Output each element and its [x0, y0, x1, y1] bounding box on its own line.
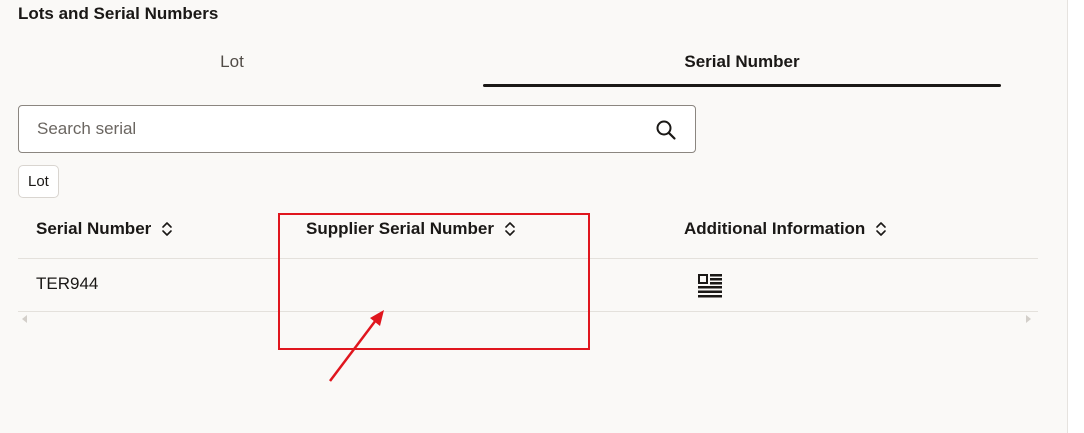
tab-serial-number[interactable]: Serial Number — [483, 38, 1001, 86]
section-title: Lots and Serial Numbers — [18, 4, 219, 23]
column-header-label: Additional Information — [684, 219, 866, 238]
tab-lot-label: Lot — [220, 52, 244, 71]
scroll-right-arrow-icon[interactable] — [1026, 315, 1031, 323]
column-header-additional-information[interactable]: Additional Information — [684, 216, 887, 242]
annotation-highlight-box — [278, 213, 590, 350]
cell-serial-number: TER944 — [36, 274, 99, 293]
search-icon[interactable] — [655, 119, 677, 141]
search-input[interactable] — [19, 106, 657, 152]
detail-list-icon[interactable] — [698, 274, 722, 298]
right-edge-panel — [1067, 0, 1084, 433]
sort-icon — [876, 222, 887, 236]
scroll-left-arrow-icon[interactable] — [22, 315, 27, 323]
sort-icon — [162, 222, 173, 236]
search-box — [18, 105, 696, 153]
column-header-serial-number[interactable]: Serial Number — [36, 216, 173, 242]
filter-chip-label: Lot — [28, 173, 49, 190]
tab-serial-number-label: Serial Number — [684, 52, 800, 71]
tab-lot[interactable]: Lot — [0, 38, 464, 86]
selected-tab-indicator — [483, 84, 1001, 87]
filter-chip-lot[interactable]: Lot — [18, 165, 59, 198]
column-header-label: Serial Number — [36, 219, 152, 238]
